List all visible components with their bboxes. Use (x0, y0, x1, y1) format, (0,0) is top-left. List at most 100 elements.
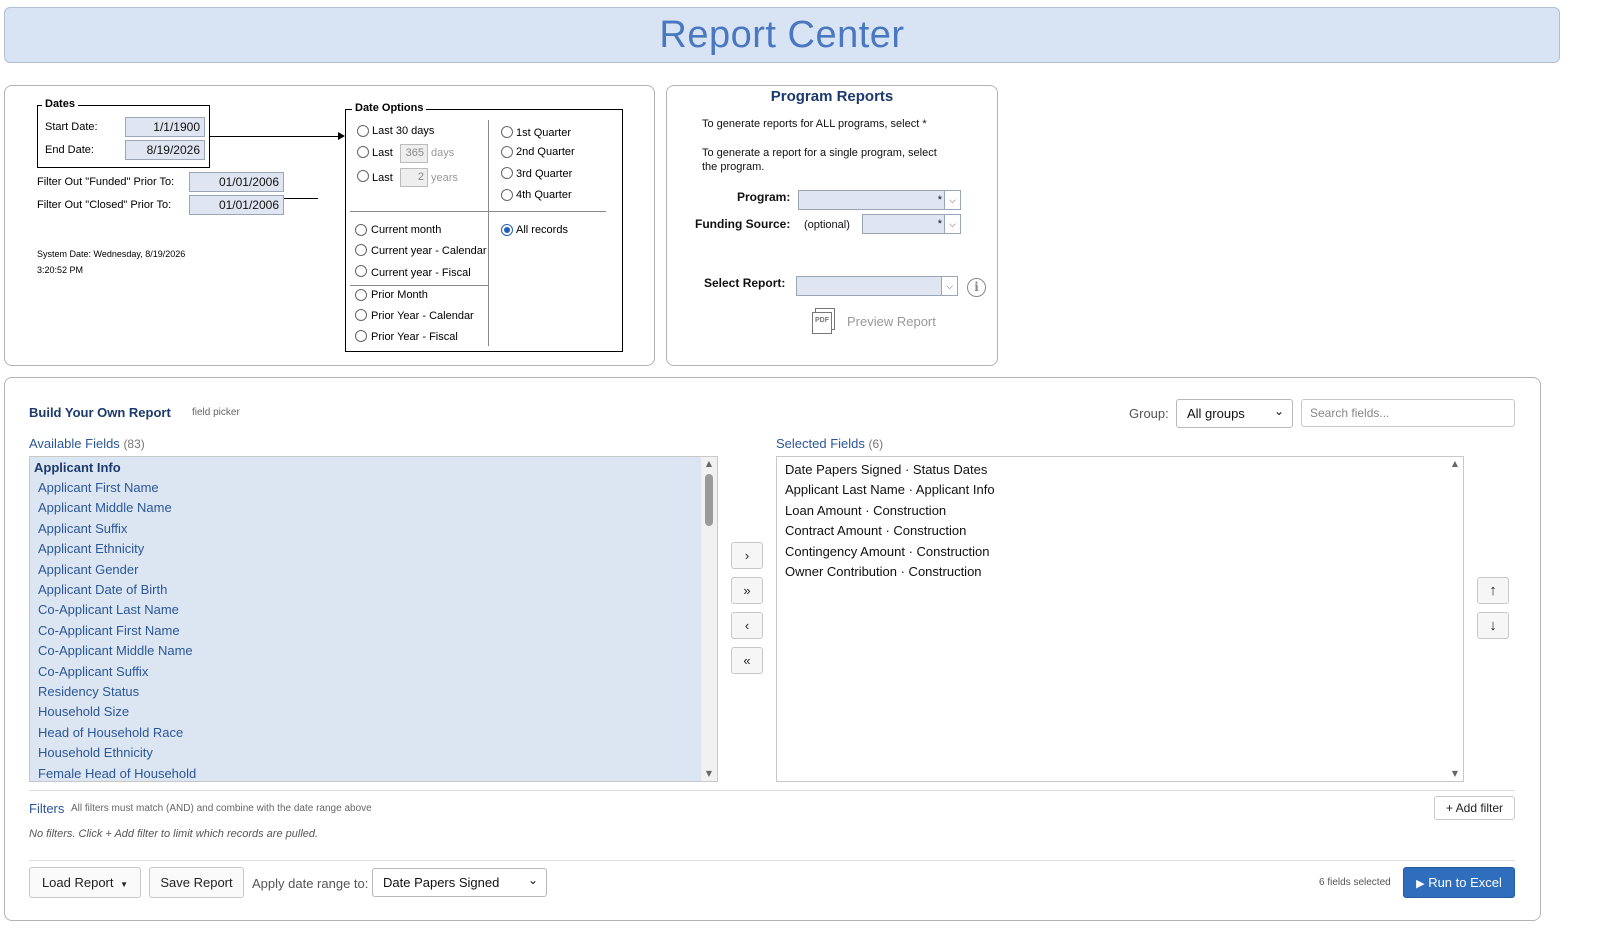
move-right-button[interactable]: › (731, 542, 763, 569)
scroll-up-icon[interactable]: ▲ (701, 457, 717, 471)
scroll-thumb[interactable] (705, 474, 713, 526)
label-q4: 4th Quarter (516, 189, 572, 201)
available-field-item[interactable]: Household Ethnicity (38, 745, 153, 760)
radio-last-years[interactable] (357, 170, 369, 182)
move-down-button[interactable]: ↓ (1477, 612, 1509, 639)
available-field-item[interactable]: Residency Status (38, 684, 139, 699)
radio-q4[interactable] (501, 189, 513, 201)
apply-date-range-select[interactable]: Date Papers Signed ⌄ (372, 868, 547, 897)
radio-q1[interactable] (501, 126, 513, 138)
available-field-item[interactable]: Co-Applicant Last Name (38, 602, 179, 617)
filters-description: All filters must match (AND) and combine… (71, 803, 372, 814)
filters-label: Filters (29, 801, 65, 816)
search-fields-input[interactable]: Search fields... (1301, 399, 1515, 427)
builder-panel: Build Your Own Report field picker Group… (4, 377, 1541, 921)
run-to-excel-label: Run to Excel (1428, 875, 1502, 890)
selected-field-item[interactable]: Contract Amount · Construction (785, 523, 966, 538)
program-reports-title: Program Reports (770, 88, 894, 105)
available-scrollbar[interactable]: ▲ ▼ (701, 457, 717, 781)
selected-field-item[interactable]: Applicant Last Name · Applicant Info (785, 482, 995, 497)
play-icon: ▶ (1416, 878, 1425, 890)
available-field-item[interactable]: Applicant Date of Birth (38, 582, 167, 597)
radio-last30[interactable] (357, 125, 369, 137)
radio-current-year-calendar[interactable] (355, 244, 367, 256)
end-date-input[interactable]: 8/19/2026 (125, 140, 205, 160)
filter-funded-input[interactable]: 01/01/2006 (189, 172, 284, 192)
radio-all-records[interactable] (501, 224, 513, 236)
selected-field-item[interactable]: Owner Contribution · Construction (785, 564, 982, 579)
radio-current-year-fiscal[interactable] (355, 265, 367, 277)
selected-field-item[interactable]: Contingency Amount · Construction (785, 544, 990, 559)
filter-closed-input[interactable]: 01/01/2006 (189, 195, 284, 215)
selected-fields-list[interactable]: Date Papers Signed · Status Dates Applica… (776, 456, 1464, 782)
page-title: Report Center (659, 14, 905, 56)
available-field-item[interactable]: Applicant Ethnicity (38, 541, 144, 556)
move-left-button[interactable]: ‹ (731, 612, 763, 639)
connector-arrowhead (338, 132, 345, 140)
preview-report-button[interactable]: PDF Preview Report (812, 308, 952, 334)
selected-field-item[interactable]: Loan Amount · Construction (785, 503, 946, 518)
available-field-item[interactable]: Co-Applicant Middle Name (38, 643, 193, 658)
selected-scrollbar[interactable]: ▲ ▼ (1447, 457, 1463, 781)
available-field-item[interactable]: Applicant Middle Name (38, 500, 172, 515)
group-select[interactable]: All groups ⌄ (1176, 399, 1293, 428)
move-all-left-button[interactable]: « (731, 647, 763, 674)
options-hdivider-1 (350, 211, 606, 212)
scroll-down-icon[interactable]: ▼ (701, 767, 717, 781)
radio-prior-month[interactable] (355, 289, 367, 301)
select-report-dropdown[interactable]: ⌵ (796, 276, 958, 296)
radio-q2[interactable] (501, 146, 513, 158)
run-to-excel-button[interactable]: ▶ Run to Excel (1403, 867, 1515, 898)
builder-subtitle: field picker (192, 407, 240, 418)
dates-legend: Dates (42, 98, 78, 110)
funding-source-select-value: * (937, 218, 942, 230)
move-up-button[interactable]: ↑ (1477, 577, 1509, 604)
last-years-input[interactable]: 2 (400, 168, 428, 187)
end-date-label: End Date: (45, 144, 94, 156)
available-fields-label: Available Fields (83) (29, 436, 145, 451)
selected-field-item[interactable]: Date Papers Signed · Status Dates (785, 462, 987, 477)
chevron-down-icon: ⌵ (941, 277, 957, 295)
scroll-up-icon[interactable]: ▲ (1447, 457, 1463, 471)
radio-q3[interactable] (501, 167, 513, 179)
filter-closed-label: Filter Out "Closed" Prior To: (37, 199, 172, 211)
chevron-down-icon: ⌵ (944, 215, 960, 233)
available-field-item[interactable]: Head of Household Race (38, 725, 183, 740)
available-fields-list[interactable]: Applicant Info Applicant First Name Appli… (29, 456, 718, 782)
days-unit: days (431, 147, 455, 159)
load-report-label: Load Report (41, 875, 114, 890)
available-field-item[interactable]: Applicant First Name (38, 480, 159, 495)
label-last-years: Last (372, 172, 393, 184)
pdf-icon: PDF (812, 308, 837, 334)
filters-divider-top (29, 790, 1515, 791)
funding-source-select[interactable]: * ⌵ (862, 214, 961, 234)
chevron-down-icon: ⌄ (527, 873, 538, 887)
start-date-input[interactable]: 1/1/1900 (125, 117, 205, 137)
radio-last-days[interactable] (357, 146, 369, 158)
program-label: Program: (737, 190, 791, 204)
available-field-item[interactable]: Household Size (38, 704, 129, 719)
system-date-line1: System Date: Wednesday, 8/19/2026 (37, 249, 186, 259)
scroll-down-icon[interactable]: ▼ (1447, 767, 1463, 781)
radio-prior-year-calendar[interactable] (355, 309, 367, 321)
available-field-item[interactable]: Applicant Gender (38, 562, 138, 577)
radio-prior-year-fiscal[interactable] (355, 330, 367, 342)
program-reports-text-single-1: To generate a report for a single progra… (702, 147, 937, 159)
available-field-item[interactable]: Co-Applicant Suffix (38, 664, 148, 679)
label-q3: 3rd Quarter (516, 168, 573, 180)
available-field-item[interactable]: Co-Applicant First Name (38, 623, 180, 638)
search-fields-placeholder: Search fields... (1310, 406, 1390, 420)
save-report-button[interactable]: Save Report (149, 867, 244, 898)
program-reports-panel: Program Reports To generate reports for … (666, 85, 998, 366)
add-filter-button[interactable]: + Add filter (1434, 796, 1515, 820)
info-icon[interactable]: i (967, 278, 986, 297)
last-days-input[interactable]: 365 (400, 144, 428, 163)
available-field-item[interactable]: Female Head of Household (38, 766, 196, 781)
program-select-value: * (937, 194, 942, 206)
connector-line (210, 136, 343, 137)
radio-current-month[interactable] (355, 224, 367, 236)
move-all-right-button[interactable]: » (731, 577, 763, 604)
load-report-button[interactable]: Load Report ▼ (29, 867, 141, 898)
program-select[interactable]: * ⌵ (798, 190, 961, 210)
available-field-item[interactable]: Applicant Suffix (38, 521, 127, 536)
